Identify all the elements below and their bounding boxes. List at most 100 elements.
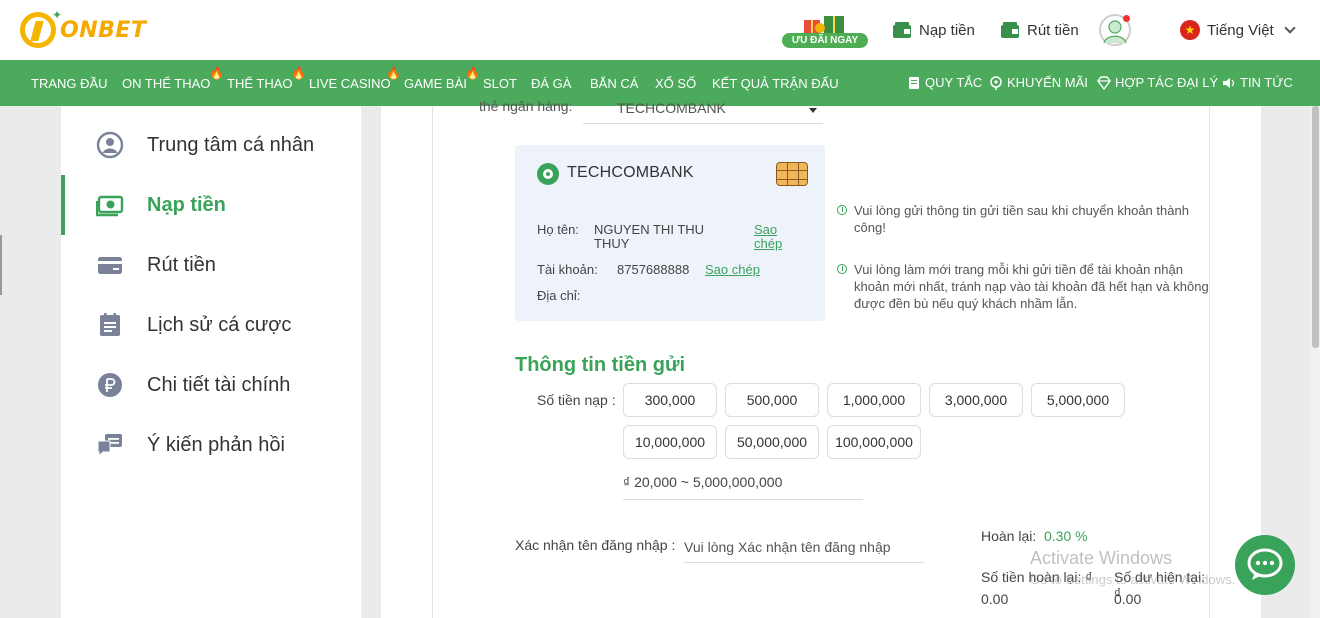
logo-mark-icon bbox=[20, 12, 56, 48]
document-icon bbox=[909, 76, 919, 89]
sidebar-item-personal-center[interactable]: Trung tâm cá nhân bbox=[61, 125, 361, 165]
amount-option-button[interactable]: 50,000,000 bbox=[725, 425, 819, 459]
nav-item-fishing[interactable]: BẮN CÁ bbox=[590, 76, 638, 91]
wallet-plus-icon bbox=[893, 22, 911, 38]
balance-value: 0.00 bbox=[1114, 591, 1142, 607]
fire-icon: 🔥 bbox=[291, 66, 306, 80]
promo-label: ƯU ĐÃI NGAY bbox=[782, 33, 868, 48]
activate-windows-subtext: Go to Settings to activate Windows. bbox=[1030, 572, 1236, 587]
fire-icon: 🔥 bbox=[386, 66, 401, 80]
notice-text: Vui lòng làm mới trang mỗi khi gửi tiền … bbox=[854, 262, 1209, 311]
nav-item-match-results[interactable]: KẾT QUẢ TRẬN ĐẤU bbox=[712, 76, 839, 91]
bank-logo-icon bbox=[537, 163, 559, 185]
card-icon bbox=[98, 257, 122, 274]
top-header: ✦ ONBET ƯU ĐÃI NGAY Nạp tiền Rút tiền ★ … bbox=[0, 0, 1320, 60]
header-deposit-label: Nạp tiền bbox=[919, 21, 975, 39]
info-icon bbox=[837, 205, 847, 215]
sidebar-item-withdraw[interactable]: Rút tiền bbox=[61, 245, 361, 285]
nav-item-slot[interactable]: SLOT bbox=[483, 76, 517, 91]
copy-account-link[interactable]: Sao chép bbox=[705, 263, 760, 277]
rebate-label: Hoàn lại: bbox=[981, 528, 1037, 544]
page-scrollbar[interactable] bbox=[1311, 106, 1320, 618]
diamond-icon bbox=[1097, 75, 1111, 90]
activate-windows-watermark: Activate Windows bbox=[1030, 548, 1173, 568]
info-icon bbox=[837, 264, 847, 274]
cash-icon bbox=[96, 195, 124, 217]
scrollbar-thumb[interactable] bbox=[1312, 106, 1319, 348]
account-sidebar: Trung tâm cá nhân Nạp tiền Rút tiền Lịch… bbox=[61, 106, 361, 618]
main-content: thẻ ngân hàng: TECHCOMBANK TECHCOMBANK H… bbox=[381, 98, 1261, 618]
notice-text: Vui lòng gửi thông tin gửi tiền sau khi … bbox=[854, 203, 1189, 235]
notice-refresh-page: Vui lòng làm mới trang mỗi khi gửi tiền … bbox=[837, 261, 1217, 312]
deposit-panel: thẻ ngân hàng: TECHCOMBANK TECHCOMBANK H… bbox=[432, 98, 1210, 618]
sidebar-item-label: Lịch sử cá cược bbox=[147, 313, 292, 336]
wallet-minus-icon bbox=[1001, 22, 1019, 38]
amount-range[interactable]: ₫ 20,000 ~ 5,000,000,000 bbox=[623, 474, 863, 500]
amount-option-button[interactable]: 300,000 bbox=[623, 383, 717, 417]
bank-card: TECHCOMBANK Họ tên: NGUYEN THI THU THUY … bbox=[515, 145, 825, 321]
nav-item-news[interactable]: TIN TỨC bbox=[1222, 75, 1293, 90]
sidebar-item-bet-history[interactable]: Lịch sử cá cược bbox=[61, 305, 361, 345]
rebate-value: 0.30 % bbox=[1044, 528, 1088, 544]
feedback-icon bbox=[97, 434, 122, 458]
notification-dot bbox=[1123, 15, 1130, 22]
amount-label: Số tiền nạp : bbox=[537, 392, 616, 408]
nav-item-cockfight[interactable]: ĐÁ GÀ bbox=[531, 76, 571, 91]
nav-item-lottery[interactable]: XỔ SỐ bbox=[655, 76, 696, 91]
holder-name-value: NGUYEN THI THU THUY bbox=[594, 222, 705, 251]
sidebar-item-feedback[interactable]: Ý kiến phản hồi bbox=[61, 425, 361, 465]
holder-name-label: Họ tên: bbox=[537, 222, 579, 237]
header-deposit-link[interactable]: Nạp tiền bbox=[892, 20, 975, 40]
logo[interactable]: ✦ ONBET bbox=[20, 8, 147, 48]
bank-select[interactable]: TECHCOMBANK bbox=[583, 100, 823, 124]
sidebar-item-deposit[interactable]: Nạp tiền bbox=[61, 175, 361, 235]
nav-item-card-games[interactable]: GAME BÀI bbox=[404, 76, 467, 91]
bank-field-label: thẻ ngân hàng: bbox=[479, 98, 573, 114]
confirm-username-input[interactable] bbox=[684, 532, 924, 563]
live-chat-button[interactable] bbox=[1235, 535, 1295, 595]
chat-bubble-icon bbox=[1247, 548, 1283, 580]
nav-item-sports[interactable]: THỂ THAO bbox=[227, 76, 293, 91]
sidebar-item-finance-details[interactable]: Chi tiết tài chính bbox=[61, 365, 361, 405]
nav-item-agency[interactable]: HỢP TÁC ĐẠI LÝ bbox=[1097, 75, 1218, 90]
avatar[interactable] bbox=[1099, 14, 1131, 46]
nav-agency-label: HỢP TÁC ĐẠI LÝ bbox=[1115, 75, 1219, 90]
logo-text: ONBET bbox=[60, 17, 147, 43]
amount-option-button[interactable]: 10,000,000 bbox=[623, 425, 717, 459]
account-label: Tài khoản: bbox=[537, 262, 598, 277]
address-label: Địa chỉ: bbox=[537, 288, 581, 303]
amount-option-button[interactable]: 500,000 bbox=[725, 383, 819, 417]
confirm-username-label: Xác nhận tên đăng nhập : bbox=[515, 537, 676, 553]
header-withdraw-label: Rút tiền bbox=[1027, 21, 1079, 39]
language-selector[interactable]: ★ Tiếng Việt bbox=[1180, 20, 1296, 40]
nav-promotions-label: KHUYẾN MÃI bbox=[1007, 75, 1088, 90]
nav-item-live-casino[interactable]: LIVE CASINO bbox=[309, 76, 391, 91]
amount-option-button[interactable]: 5,000,000 bbox=[1031, 383, 1125, 417]
fire-icon: 🔥 bbox=[465, 66, 480, 80]
sidebar-item-label: Trung tâm cá nhân bbox=[147, 133, 315, 156]
location-pin-icon bbox=[990, 75, 1002, 90]
copy-name-link[interactable]: Sao chép bbox=[754, 223, 794, 251]
speaker-icon bbox=[1223, 77, 1235, 88]
section-title: Thông tin tiền gửi bbox=[515, 354, 685, 376]
language-label: Tiếng Việt bbox=[1207, 21, 1274, 39]
nav-item-home[interactable]: TRANG ĐẦU bbox=[31, 76, 108, 91]
amount-option-button[interactable]: 3,000,000 bbox=[929, 383, 1023, 417]
sidebar-item-label: Nạp tiền bbox=[147, 193, 226, 216]
card-chip-icon bbox=[776, 162, 808, 186]
header-withdraw-link[interactable]: Rút tiền bbox=[1000, 20, 1079, 40]
promo-gift-icon bbox=[804, 16, 844, 34]
promo-button[interactable]: ƯU ĐÃI NGAY bbox=[782, 14, 868, 48]
sidebar-item-label: Ý kiến phản hồi bbox=[147, 433, 285, 456]
sidebar-item-label: Rút tiền bbox=[147, 253, 216, 276]
amount-option-button[interactable]: 100,000,000 bbox=[827, 425, 921, 459]
nav-item-promotions[interactable]: KHUYẾN MÃI bbox=[989, 75, 1088, 90]
nav-item-on-sports[interactable]: ON THỂ THAO bbox=[122, 76, 210, 91]
star-icon: ✦ bbox=[52, 8, 63, 22]
calendar-list-icon bbox=[100, 313, 120, 336]
nav-item-rules[interactable]: QUY TẮC bbox=[907, 75, 982, 90]
amount-option-button[interactable]: 1,000,000 bbox=[827, 383, 921, 417]
nav-news-label: TIN TỨC bbox=[1240, 75, 1293, 90]
fire-icon: 🔥 bbox=[209, 66, 224, 80]
card-bank-name: TECHCOMBANK bbox=[567, 164, 694, 181]
